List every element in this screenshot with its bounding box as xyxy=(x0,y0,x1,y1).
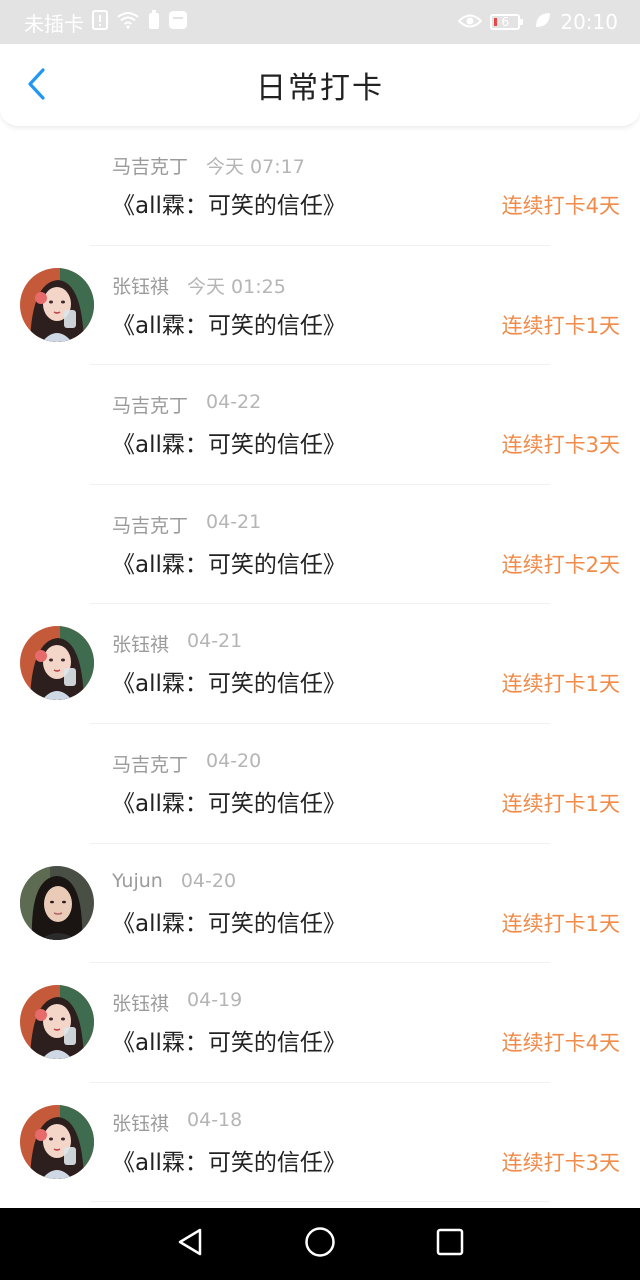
checkin-time: 04-21 xyxy=(187,630,243,653)
book-title[interactable]: 《all霖：可笑的信任》 xyxy=(112,545,346,579)
username[interactable]: 马吉克丁 xyxy=(112,750,188,777)
checkin-time: 今天 07:17 xyxy=(206,156,305,178)
checkin-row[interactable]: 张钰祺 今天 01:25 《all霖：可笑的信任》 连续打卡1天 xyxy=(0,246,640,366)
book-title[interactable]: 《all霖：可笑的信任》 xyxy=(112,904,346,938)
checkin-meta: 马吉克丁 04-22 xyxy=(112,391,261,418)
checkin-row[interactable]: 马吉克丁 今天 07:17 《all霖：可笑的信任》 连续打卡4天 xyxy=(0,126,640,246)
checkin-time: 04-20 xyxy=(206,749,262,772)
checkin-time: 04-20 xyxy=(180,869,237,892)
avatar[interactable] xyxy=(20,626,94,701)
recents-square-icon[interactable] xyxy=(436,1228,464,1260)
carrier-text: 未插卡 xyxy=(24,11,84,36)
book-title[interactable]: 《all霖：可笑的信任》 xyxy=(112,306,346,340)
streak-label: 连续打卡3天 xyxy=(501,433,620,458)
battery-icon: 6 xyxy=(490,14,524,30)
checkin-time: 04-19 xyxy=(187,989,243,1012)
leaf-icon xyxy=(534,10,552,34)
streak-label: 连续打卡4天 xyxy=(501,1031,620,1056)
streak-label: 连续打卡1天 xyxy=(501,672,620,697)
streak-label: 连续打卡4天 xyxy=(501,194,620,218)
wifi-icon xyxy=(116,10,140,34)
checkin-row[interactable]: 张钰祺 04-18 《all霖：可笑的信任》 连续打卡3天 xyxy=(0,1083,640,1203)
checkin-time: 04-21 xyxy=(206,510,262,533)
checkin-row[interactable]: 张钰祺 04-21 《all霖：可笑的信任》 连续打卡1天 xyxy=(0,604,640,724)
status-left: 未插卡 xyxy=(24,8,188,37)
checkin-time: 今天 01:25 xyxy=(187,275,286,298)
chevron-left-icon xyxy=(25,67,47,105)
username[interactable]: 张钰祺 xyxy=(112,989,169,1016)
checkin-meta: 马吉克丁 04-20 xyxy=(112,750,261,777)
home-circle-icon[interactable] xyxy=(304,1226,336,1262)
username[interactable]: 张钰祺 xyxy=(112,272,169,299)
checkin-row[interactable]: 马吉克丁 04-20 《all霖：可笑的信任》 连续打卡1天 xyxy=(0,724,640,844)
streak-label: 连续打卡1天 xyxy=(501,791,620,816)
clock-text: 20:10 xyxy=(560,10,618,34)
username[interactable]: Yujun xyxy=(112,870,163,892)
status-right: 6 20:10 xyxy=(457,10,618,34)
back-triangle-icon[interactable] xyxy=(176,1227,204,1261)
checkin-row[interactable]: Yujun 04-20 《all霖：可笑的信任》 连续打卡1天 xyxy=(0,844,640,964)
battery-small-icon xyxy=(148,9,160,35)
book-title[interactable]: 《all霖：可笑的信任》 xyxy=(112,425,346,459)
checkin-row[interactable]: 马吉克丁 04-21 《all霖：可笑的信任》 连续打卡2天 xyxy=(0,485,640,605)
streak-label: 连续打卡2天 xyxy=(501,552,620,577)
streak-label: 连续打卡1天 xyxy=(501,313,620,338)
username[interactable]: 马吉克丁 xyxy=(112,511,188,538)
book-title[interactable]: 《all霖：可笑的信任》 xyxy=(112,664,346,698)
notification-icon xyxy=(168,10,188,35)
status-bar: 未插卡 6 20:10 xyxy=(0,0,640,44)
page-title: 日常打卡 xyxy=(256,71,384,106)
avatar[interactable] xyxy=(20,1104,94,1179)
checkin-meta: 张钰祺 今天 01:25 xyxy=(112,272,286,299)
checkin-row[interactable]: 张钰祺 04-19 《all霖：可笑的信任》 连续打卡4天 xyxy=(0,963,640,1083)
eye-icon xyxy=(457,10,483,34)
username[interactable]: 张钰祺 xyxy=(112,630,169,657)
checkin-time: 04-18 xyxy=(187,1108,243,1131)
book-title[interactable]: 《all霖：可笑的信任》 xyxy=(112,1023,346,1057)
book-title[interactable]: 《all霖：可笑的信任》 xyxy=(112,784,346,818)
checkin-meta: Yujun 04-20 xyxy=(112,870,236,892)
header-bar: 日常打卡 xyxy=(0,44,640,127)
avatar[interactable] xyxy=(20,267,94,342)
streak-label: 连续打卡1天 xyxy=(501,911,620,936)
checkin-meta: 马吉克丁 04-21 xyxy=(112,511,261,538)
avatar[interactable] xyxy=(20,985,94,1060)
checkin-meta: 马吉克丁 今天 07:17 xyxy=(112,152,305,179)
checkin-meta: 张钰祺 04-19 xyxy=(112,989,242,1016)
system-navigation-bar xyxy=(0,1208,640,1280)
battery-level: 6 xyxy=(501,15,510,29)
streak-label: 连续打卡3天 xyxy=(501,1150,620,1175)
username[interactable]: 张钰祺 xyxy=(112,1109,169,1136)
book-title[interactable]: 《all霖：可笑的信任》 xyxy=(112,1143,346,1177)
checkin-time: 04-22 xyxy=(206,391,262,414)
back-button[interactable] xyxy=(18,68,54,104)
book-title[interactable]: 《all霖：可笑的信任》 xyxy=(112,186,346,220)
checkin-meta: 张钰祺 04-21 xyxy=(112,630,242,657)
checkin-row[interactable]: 马吉克丁 04-22 《all霖：可笑的信任》 连续打卡3天 xyxy=(0,365,640,485)
avatar[interactable] xyxy=(20,865,94,940)
checkin-meta: 张钰祺 04-18 xyxy=(112,1109,242,1136)
sim-alert-icon xyxy=(92,9,108,35)
username[interactable]: 马吉克丁 xyxy=(112,152,188,179)
checkin-list: 马吉克丁 今天 07:17 《all霖：可笑的信任》 连续打卡4天 张钰祺 今天 01:2… xyxy=(0,126,640,1202)
username[interactable]: 马吉克丁 xyxy=(112,391,188,418)
